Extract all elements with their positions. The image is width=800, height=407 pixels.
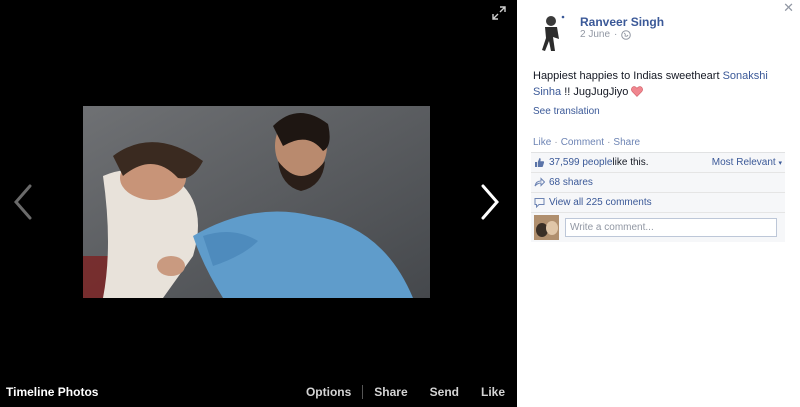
see-translation-link[interactable]: See translation xyxy=(533,106,600,117)
thumbs-up-icon xyxy=(535,158,545,167)
comment-input[interactable] xyxy=(565,218,777,237)
post-text-start: Happiest happies to Indias sweetheart xyxy=(533,70,723,82)
viewer-avatar xyxy=(534,215,559,240)
comment-link[interactable]: Comment xyxy=(561,137,604,148)
like-button[interactable]: Like xyxy=(481,385,505,399)
ufi-actions: Like · Comment · Share xyxy=(533,137,641,148)
post-photo[interactable] xyxy=(83,106,430,298)
view-comments-link[interactable]: View all 225 comments xyxy=(549,197,652,208)
globe-icon[interactable] xyxy=(621,29,632,40)
album-title[interactable]: Timeline Photos xyxy=(6,385,98,399)
like-link[interactable]: Like xyxy=(533,137,551,148)
sort-label: Most Relevant xyxy=(711,157,776,168)
photo-actions: Options Share Send Like xyxy=(306,385,505,399)
shares-row: 68 shares xyxy=(531,173,785,193)
send-button[interactable]: Send xyxy=(430,385,459,399)
chevron-left-icon[interactable] xyxy=(10,182,36,222)
options-button[interactable]: Options xyxy=(306,385,351,399)
comment-composer xyxy=(531,213,785,242)
sort-dropdown[interactable]: Most Relevant ▾ xyxy=(712,157,782,168)
heart-icon xyxy=(631,86,644,102)
share-icon xyxy=(534,177,545,187)
post-text-end: !! JugJugJiyo xyxy=(561,86,632,98)
divider xyxy=(362,385,364,399)
post-text: Happiest happies to Indias sweetheart So… xyxy=(533,68,785,102)
comment-icon xyxy=(534,198,545,208)
likes-row: 37,599 people like this. Most Relevant ▾ xyxy=(531,153,785,173)
post-meta: 2 June · xyxy=(580,29,632,40)
shares-link[interactable]: 68 shares xyxy=(549,177,593,188)
likes-count[interactable]: 37,599 people xyxy=(549,157,612,168)
ufi-box: 37,599 people like this. Most Relevant ▾… xyxy=(531,152,785,242)
close-icon[interactable]: ✕ xyxy=(783,0,794,16)
author-name[interactable]: Ranveer Singh xyxy=(580,15,664,29)
likes-suffix: like this. xyxy=(612,157,649,168)
photo-toolbar: Timeline Photos Options Share Send Like xyxy=(0,378,517,407)
comments-row: View all 225 comments xyxy=(531,193,785,213)
caret-down-icon: ▾ xyxy=(778,160,782,167)
share-link[interactable]: Share xyxy=(613,137,640,148)
post-date[interactable]: 2 June xyxy=(580,29,610,40)
share-button[interactable]: Share xyxy=(374,385,407,399)
expand-icon[interactable] xyxy=(492,6,506,20)
post-sidebar: ✕ Ranveer Singh 2 June · Happiest happie… xyxy=(517,0,800,407)
avatar[interactable] xyxy=(533,13,573,53)
photo-stage: Timeline Photos Options Share Send Like xyxy=(0,0,517,407)
chevron-right-icon[interactable] xyxy=(477,182,503,222)
